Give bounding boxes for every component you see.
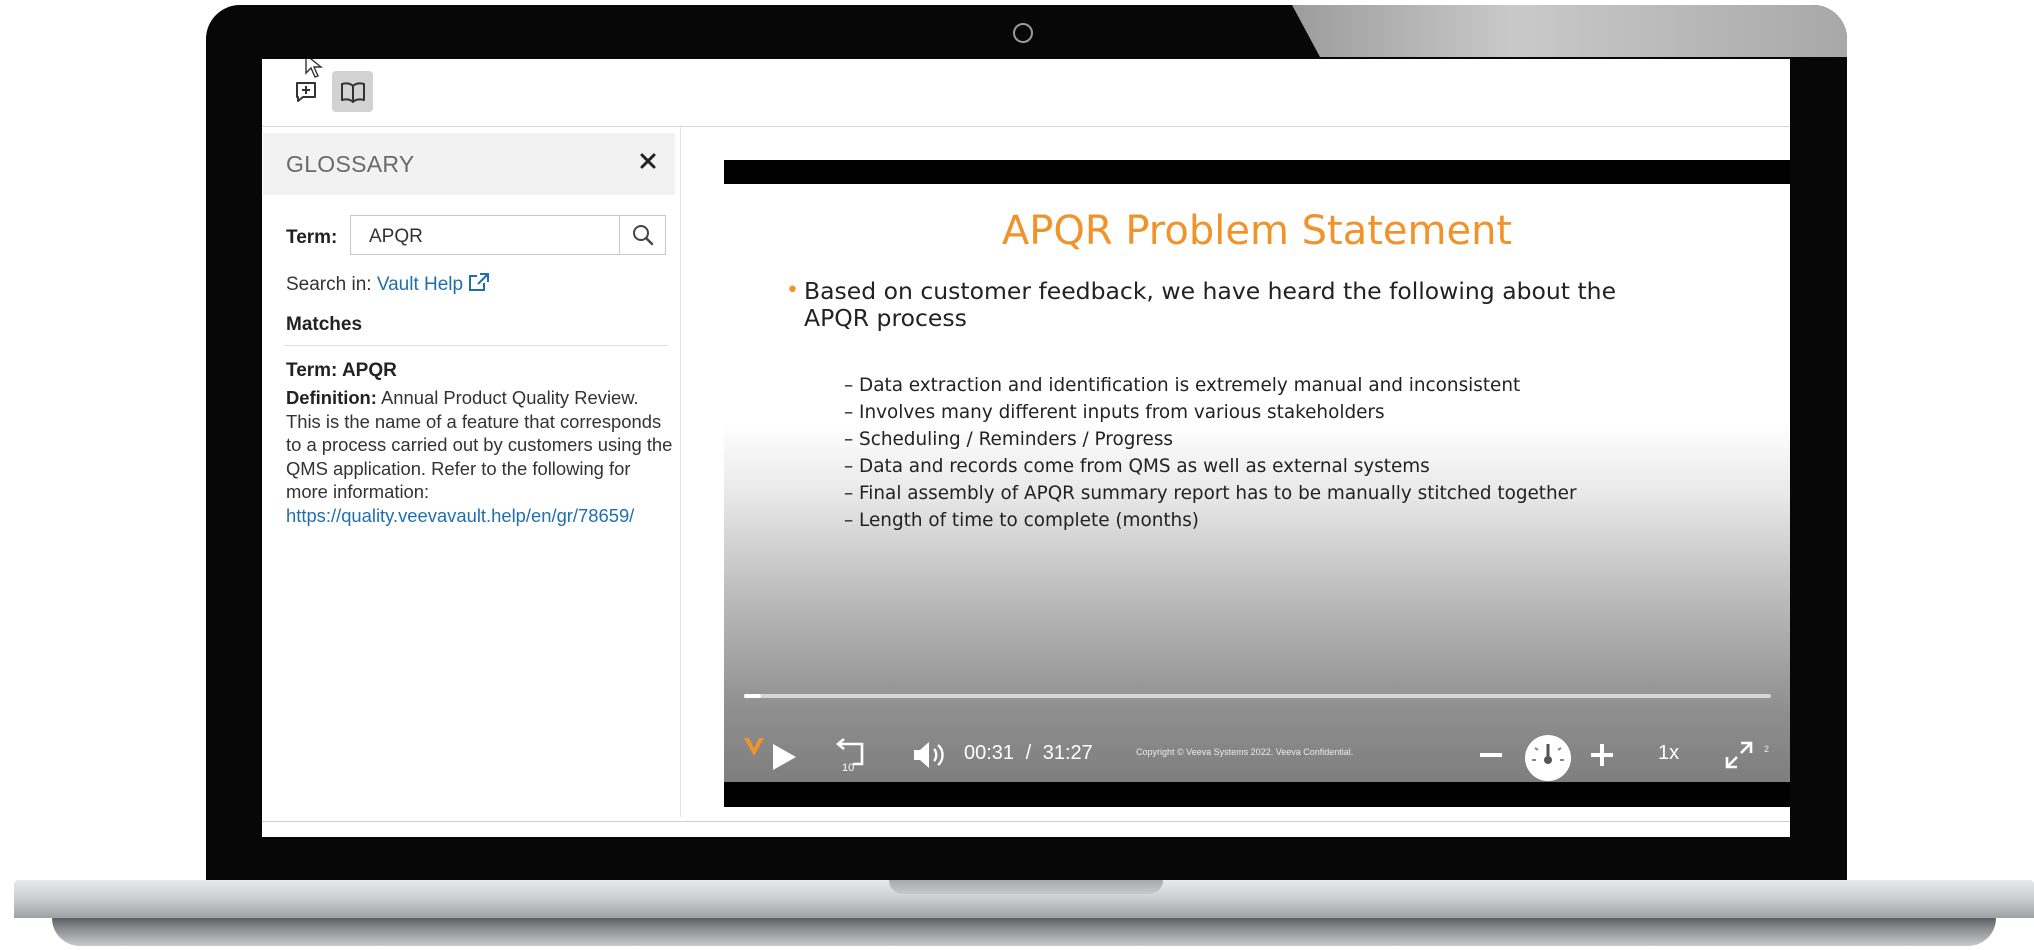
result-definition: Definition: Annual Product Quality Revie…	[286, 386, 676, 527]
video-player[interactable]: APQR Problem Statement • Based on custom…	[724, 160, 1790, 807]
bullet-dot: •	[786, 278, 799, 303]
sub-bullet: Involves many different inputs from vari…	[844, 399, 1577, 426]
slide-page-number: 2	[1764, 744, 1770, 754]
presentation-slide: APQR Problem Statement • Based on custom…	[724, 184, 1790, 782]
sub-bullet: Final assembly of APQR summary report ha…	[844, 480, 1577, 507]
veeva-logo-icon	[744, 738, 764, 756]
glossary-book-icon	[340, 81, 365, 103]
matches-heading: Matches	[286, 314, 363, 335]
time-display: 00:31 / 31:27	[964, 742, 1093, 765]
volume-button[interactable]	[912, 740, 948, 770]
sub-bullet: Scheduling / Reminders / Progress	[844, 426, 1577, 453]
vault-help-link[interactable]: Vault Help	[377, 274, 463, 295]
glossary-title: GLOSSARY	[286, 151, 415, 177]
search-button[interactable]	[620, 215, 666, 255]
slide-title: APQR Problem Statement	[1001, 208, 1513, 254]
search-icon	[632, 225, 653, 246]
seek-bar-progress	[744, 694, 762, 698]
close-glossary-button[interactable]	[633, 146, 663, 176]
speed-dial-button[interactable]	[1524, 734, 1572, 782]
definition-link[interactable]: https://quality.veevavault.help/en/gr/78…	[286, 505, 634, 526]
close-icon	[640, 153, 656, 169]
laptop-notch	[889, 880, 1163, 894]
sub-bullet: Length of time to complete (months)	[844, 507, 1577, 534]
laptop-screen: GLOSSARY Term: APQR Search in: Vault Hel…	[262, 59, 1790, 837]
laptop-base-shadow	[52, 918, 1996, 946]
definition-label: Definition:	[286, 387, 377, 408]
playback-speed-button[interactable]: 1x	[1658, 742, 1679, 765]
viewer-toolbar	[262, 59, 1790, 127]
time-separator: /	[1025, 742, 1032, 764]
player-bottom-bar	[724, 782, 1790, 807]
term-search-input[interactable]: APQR	[350, 215, 620, 255]
search-in-row: Search in: Vault Help	[286, 272, 490, 296]
current-time: 00:31	[964, 742, 1015, 764]
sub-bullet: Data extraction and identification is ex…	[844, 372, 1577, 399]
result-term: Term: APQR	[286, 360, 397, 381]
seek-bar[interactable]	[744, 694, 1771, 698]
term-label: Term:	[286, 227, 338, 248]
zoom-out-button[interactable]	[1480, 752, 1502, 758]
glossary-button[interactable]	[332, 71, 373, 112]
duration: 31:27	[1042, 742, 1093, 764]
search-in-label: Search in:	[286, 274, 372, 295]
slide-sub-bullets: Data extraction and identification is ex…	[844, 372, 1577, 534]
add-comment-icon	[295, 81, 316, 102]
rewind-10-button[interactable]: 10	[834, 738, 868, 774]
zoom-in-button[interactable]	[1591, 744, 1613, 766]
lid-glare	[1292, 5, 1847, 57]
screen-bottom-edge	[262, 821, 1790, 822]
slide-bullet-text: Based on customer feedback, we have hear…	[804, 277, 1617, 332]
play-button[interactable]	[770, 742, 798, 772]
slide-bullet: • Based on customer feedback, we have he…	[786, 277, 1684, 332]
rewind-seconds: 10	[842, 762, 854, 774]
webcam-icon	[1013, 23, 1033, 43]
glossary-header: GLOSSARY	[263, 133, 675, 195]
external-link-icon[interactable]	[468, 272, 490, 292]
matches-divider	[284, 345, 668, 346]
slide-copyright: Copyright © Veeva Systems 2022. Veeva Co…	[1136, 747, 1354, 757]
mouse-cursor-icon	[305, 59, 323, 78]
fullscreen-button[interactable]	[1724, 740, 1754, 770]
glossary-panel: GLOSSARY Term: APQR Search in: Vault Hel…	[262, 127, 681, 817]
sub-bullet: Data and records come from QMS as well a…	[844, 453, 1577, 480]
